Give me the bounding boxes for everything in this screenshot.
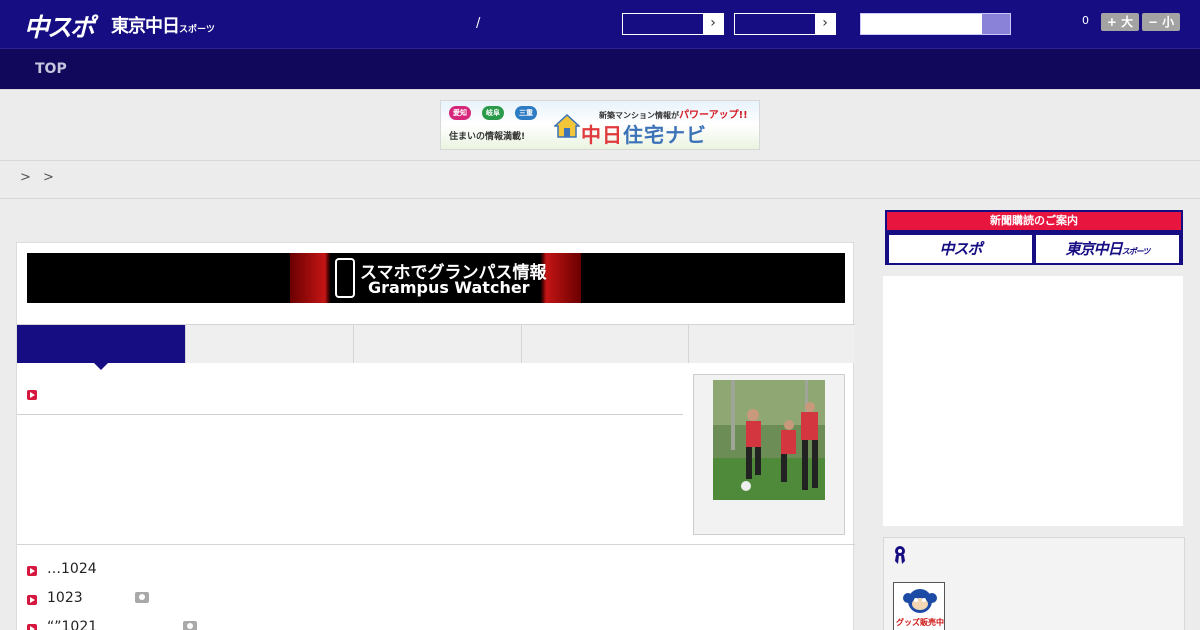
subscription-heading: 新聞購読のご案内 xyxy=(887,212,1181,230)
date-separator: / xyxy=(476,16,481,31)
banner-line2: Grampus Watcher xyxy=(368,278,530,297)
soccer-photo xyxy=(713,380,825,500)
subscription-box: 新聞購読のご案内 中スポ 東京中日スポーツ xyxy=(885,210,1183,265)
news-title: 1023 xyxy=(47,590,83,606)
nav-top-link[interactable]: TOP xyxy=(35,61,67,77)
ranking-box: グッズ販売中 xyxy=(883,537,1185,630)
ad-sub-text: 住まいの情報満載! xyxy=(449,132,526,142)
goods-label: グッズ販売中 xyxy=(896,618,944,627)
subscribe-tokyo-label: 東京中日 xyxy=(1065,240,1123,258)
subscribe-tokyo-sub: スポーツ xyxy=(1121,247,1151,256)
ribbon-icon xyxy=(895,546,905,564)
tab-4[interactable] xyxy=(521,325,688,363)
news-title: …1024 xyxy=(47,561,97,577)
ad-main-b: 住宅ナビ xyxy=(623,123,707,147)
search-button[interactable] xyxy=(982,14,1010,34)
sidebar-ad-slot[interactable] xyxy=(883,276,1183,526)
tab-5[interactable] xyxy=(688,325,855,363)
subscribe-tokyo-chunichi-button[interactable]: 東京中日スポーツ xyxy=(1036,235,1179,263)
list-item[interactable]: “”1021 xyxy=(27,618,427,630)
ad-main-a: 中日 xyxy=(581,123,623,147)
chevron-right-icon: › xyxy=(703,14,723,34)
bullet-icon xyxy=(27,566,37,576)
chuspo-logo[interactable]: 中スポ xyxy=(24,8,95,42)
bullet-icon xyxy=(27,624,37,630)
search-input[interactable] xyxy=(860,13,1011,35)
ad-tag-mie: 三重 xyxy=(515,106,537,120)
font-size-value: 0 xyxy=(1082,14,1089,27)
news-title: “”1021 xyxy=(47,619,98,630)
camera-icon xyxy=(183,621,197,630)
section-select-2[interactable]: › xyxy=(734,13,836,35)
ad-main-title: 中日住宅ナビ xyxy=(581,119,707,148)
tokyo-chunichi-logo[interactable]: 東京中日スポーツ xyxy=(111,12,215,38)
smartphone-icon xyxy=(335,258,355,298)
divider xyxy=(17,414,683,415)
bullet-icon xyxy=(27,390,37,400)
goods-banner[interactable]: グッズ販売中 xyxy=(893,582,945,630)
tab-1[interactable] xyxy=(17,325,185,370)
ad-tag-gifu: 岐阜 xyxy=(482,106,504,120)
global-nav: TOP xyxy=(0,48,1200,89)
featured-article[interactable] xyxy=(17,363,855,545)
bullet-icon xyxy=(27,595,37,605)
list-item[interactable]: …1024 xyxy=(27,560,427,580)
font-size-up-button[interactable]: + 大 xyxy=(1101,13,1139,31)
main-panel: スマホでグランパス情報 Grampus Watcher …1024 1023 “… xyxy=(16,242,855,630)
subscribe-chuspo-button[interactable]: 中スポ xyxy=(889,235,1032,263)
font-size-down-button[interactable]: − 小 xyxy=(1142,13,1180,31)
house-icon xyxy=(554,113,580,138)
ad-tag-aichi: 愛知 xyxy=(449,106,471,120)
breadcrumb: > > xyxy=(20,170,58,185)
tab-2[interactable] xyxy=(185,325,353,363)
list-item[interactable]: 1023 xyxy=(27,589,427,609)
breadcrumb-bar xyxy=(0,161,1200,199)
chevron-right-icon: › xyxy=(815,14,835,34)
grampus-watcher-banner[interactable]: スマホでグランパス情報 Grampus Watcher xyxy=(27,253,845,303)
section-select-1[interactable]: › xyxy=(622,13,724,35)
camera-icon xyxy=(135,592,149,603)
ad-area: 愛知 岐阜 三重 住まいの情報満載! 新築マンション情報がパワーアップ!! 中日… xyxy=(0,89,1200,161)
tokyo-chunichi-logo-sub: スポーツ xyxy=(179,25,215,35)
category-tabs xyxy=(17,324,855,370)
tokyo-chunichi-logo-text: 東京中日 xyxy=(111,16,180,37)
housing-navi-ad[interactable]: 愛知 岐阜 三重 住まいの情報満載! 新築マンション情報がパワーアップ!! 中日… xyxy=(440,100,760,150)
site-header: 中スポ 東京中日スポーツ / › › 0 + 大 − 小 xyxy=(0,0,1200,48)
tab-3[interactable] xyxy=(353,325,521,363)
featured-thumbnail[interactable] xyxy=(693,374,845,535)
